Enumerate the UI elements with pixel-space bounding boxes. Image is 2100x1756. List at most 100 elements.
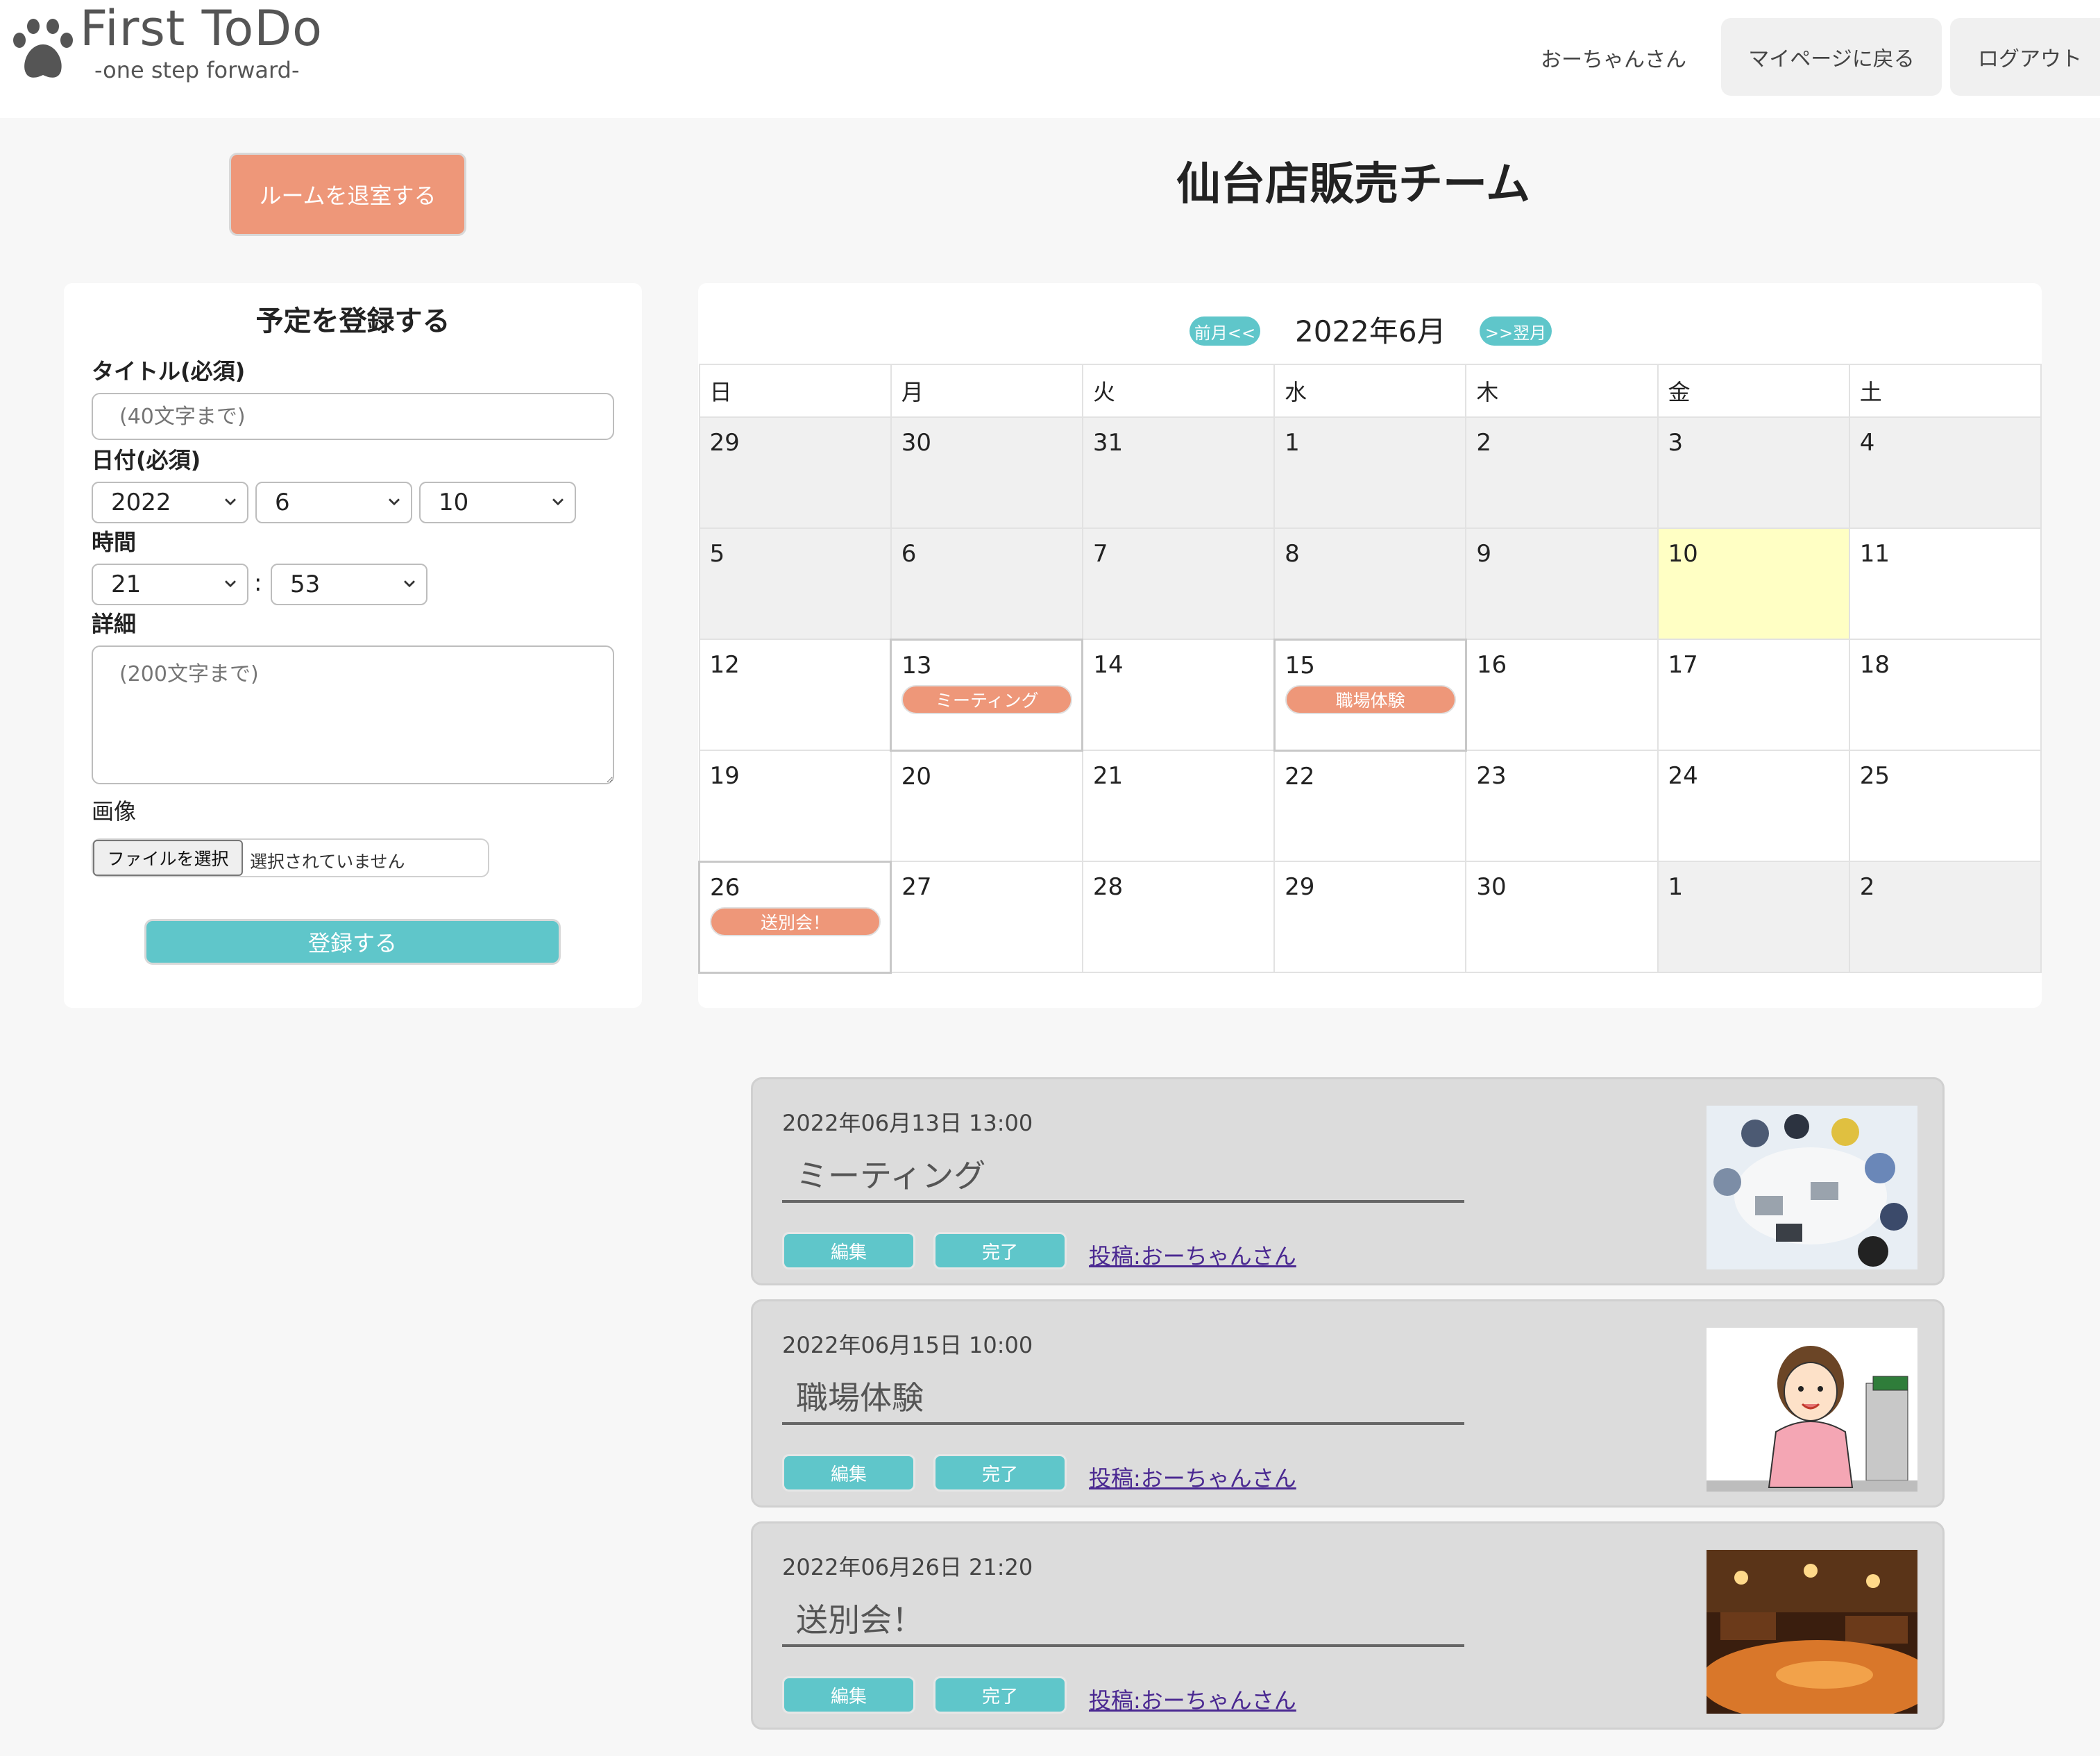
room-title: 仙台店販売チーム (1176, 159, 1531, 210)
calendar-day[interactable]: 2 (1465, 416, 1659, 529)
complete-button[interactable]: 完了 (933, 1676, 1067, 1714)
leave-room-button[interactable]: ルームを退室する (229, 153, 466, 236)
complete-button[interactable]: 完了 (933, 1454, 1067, 1492)
calendar-day[interactable]: 20 (890, 750, 1083, 862)
calendar-day[interactable]: 14 (1081, 639, 1276, 751)
calendar-day[interactable]: 2 (1848, 861, 2042, 973)
day-number: 15 (1285, 651, 1315, 679)
time-label: 時間 (92, 529, 137, 555)
calendar-day[interactable]: 5 (698, 527, 892, 640)
day-number: 30 (1476, 873, 1507, 901)
day-number: 21 (1092, 762, 1124, 790)
year-select[interactable]: 2022 (92, 482, 248, 523)
restaurant-photo (1707, 1550, 1917, 1714)
calendar-week: 5 6 7 8 9 10 11 (698, 527, 2042, 640)
day-number: 29 (709, 429, 740, 457)
day-number: 13 (901, 651, 932, 679)
calendar-day[interactable]: 21 (1081, 750, 1276, 862)
schedule-item: 2022年06月26日 21:20 送別会！ 編集 完了 投稿:おーちゃんさん (751, 1521, 1945, 1730)
image-label: 画像 (92, 798, 137, 825)
logo-subtitle: -one step forward- (94, 57, 300, 83)
edit-button[interactable]: 編集 (782, 1232, 915, 1269)
day-select[interactable]: 10 (419, 482, 576, 523)
calendar-day[interactable]: 29 (698, 416, 892, 529)
next-month-button[interactable]: >>翌月 (1480, 316, 1552, 346)
calendar-day[interactable]: 9 (1465, 527, 1659, 640)
poster-link[interactable]: 投稿:おーちゃんさん (1089, 1461, 1296, 1493)
mypage-button[interactable]: マイページに戻る (1721, 18, 1942, 96)
hour-select[interactable]: 21 (92, 564, 248, 605)
calendar-day[interactable]: 17 (1657, 639, 1850, 751)
calendar-day[interactable]: 4 (1848, 416, 2042, 529)
minute-value: 53 (290, 571, 321, 598)
edit-button[interactable]: 編集 (782, 1454, 915, 1492)
weekday-fri: 金 (1657, 364, 1850, 418)
time-separator: : (254, 569, 262, 597)
day-number: 7 (1092, 540, 1108, 568)
calendar-day[interactable]: 3 (1657, 416, 1850, 529)
day-number: 5 (709, 540, 725, 568)
item-datetime: 2022年06月26日 21:20 (782, 1554, 1033, 1580)
day-number: 6 (901, 540, 917, 568)
calendar-day[interactable]: 27 (890, 861, 1083, 973)
month-select[interactable]: 6 (255, 482, 412, 523)
calendar-day[interactable]: 31 (1081, 416, 1276, 529)
calendar-event[interactable]: 送別会！ (710, 906, 881, 936)
minute-select[interactable]: 53 (271, 564, 427, 605)
calendar-day[interactable]: 29 (1273, 861, 1467, 973)
user-name: おーちゃんさん (1541, 48, 1686, 72)
logout-button[interactable]: ログアウト (1950, 18, 2100, 96)
day-number: 25 (1859, 762, 1890, 790)
calendar-day[interactable]: 12 (698, 639, 892, 751)
calendar-day-today[interactable]: 10 (1657, 527, 1850, 640)
poster-link[interactable]: 投稿:おーちゃんさん (1089, 1239, 1296, 1271)
calendar-day[interactable]: 15 職場体験 (1273, 638, 1467, 752)
poster-link[interactable]: 投稿:おーちゃんさん (1089, 1683, 1296, 1715)
calendar-day[interactable]: 11 (1848, 527, 2042, 640)
calendar-month-label: 2022年6月 (1295, 314, 1446, 348)
day-number: 1 (1285, 429, 1300, 457)
calendar-day[interactable]: 16 (1465, 639, 1659, 751)
calendar-week: 26 送別会！ 27 28 29 30 1 2 (697, 860, 2042, 974)
calendar-day[interactable]: 1 (1273, 416, 1467, 529)
day-number: 4 (1859, 429, 1875, 457)
calendar-day[interactable]: 30 (1465, 861, 1659, 973)
calendar-day[interactable]: 1 (1657, 861, 1850, 973)
prev-month-button[interactable]: 前月<< (1189, 316, 1260, 346)
item-datetime: 2022年06月13日 13:00 (782, 1110, 1033, 1136)
calendar-day[interactable]: 6 (890, 527, 1083, 640)
title-input[interactable] (92, 393, 614, 440)
calendar-day[interactable]: 13 ミーティング (890, 638, 1084, 752)
calendar-day[interactable]: 25 (1848, 750, 2042, 862)
calendar-day[interactable]: 22 (1273, 750, 1467, 862)
calendar-day[interactable]: 8 (1273, 527, 1467, 640)
calendar-day[interactable]: 26 送別会！ (697, 860, 892, 974)
logo-title[interactable]: First ToDo (80, 0, 323, 57)
detail-textarea[interactable] (92, 645, 614, 784)
weekday-wed: 水 (1273, 364, 1467, 418)
day-number: 17 (1668, 651, 1698, 679)
calendar-event[interactable]: ミーティング (901, 684, 1073, 714)
file-input[interactable]: ファイルを選択 選択されていません (92, 838, 489, 877)
day-number: 14 (1093, 651, 1124, 679)
register-button[interactable]: 登録する (144, 919, 561, 965)
calendar-day[interactable]: 7 (1081, 527, 1276, 640)
calendar-day[interactable]: 30 (890, 416, 1083, 529)
chevron-down-icon (552, 498, 564, 506)
calendar-event[interactable]: 職場体験 (1285, 684, 1456, 714)
schedule-item: 2022年06月15日 10:00 職場体験 編集 完了 投稿:おーちゃんさん (751, 1299, 1945, 1508)
edit-button[interactable]: 編集 (782, 1676, 915, 1714)
choose-file-button[interactable]: ファイルを選択 (93, 840, 243, 876)
day-number: 26 (710, 873, 740, 902)
day-number: 12 (709, 651, 740, 679)
calendar-day[interactable]: 24 (1657, 750, 1850, 862)
complete-button[interactable]: 完了 (933, 1232, 1067, 1269)
day-number: 11 (1859, 540, 1890, 568)
calendar-day[interactable]: 19 (698, 750, 892, 862)
weekday-thu: 木 (1465, 364, 1659, 418)
calendar-day[interactable]: 28 (1081, 861, 1276, 973)
calendar-day[interactable]: 23 (1465, 750, 1659, 862)
paw-logo-icon[interactable] (10, 14, 79, 83)
calendar-day[interactable]: 18 (1848, 639, 2042, 751)
day-number: 3 (1668, 429, 1684, 457)
